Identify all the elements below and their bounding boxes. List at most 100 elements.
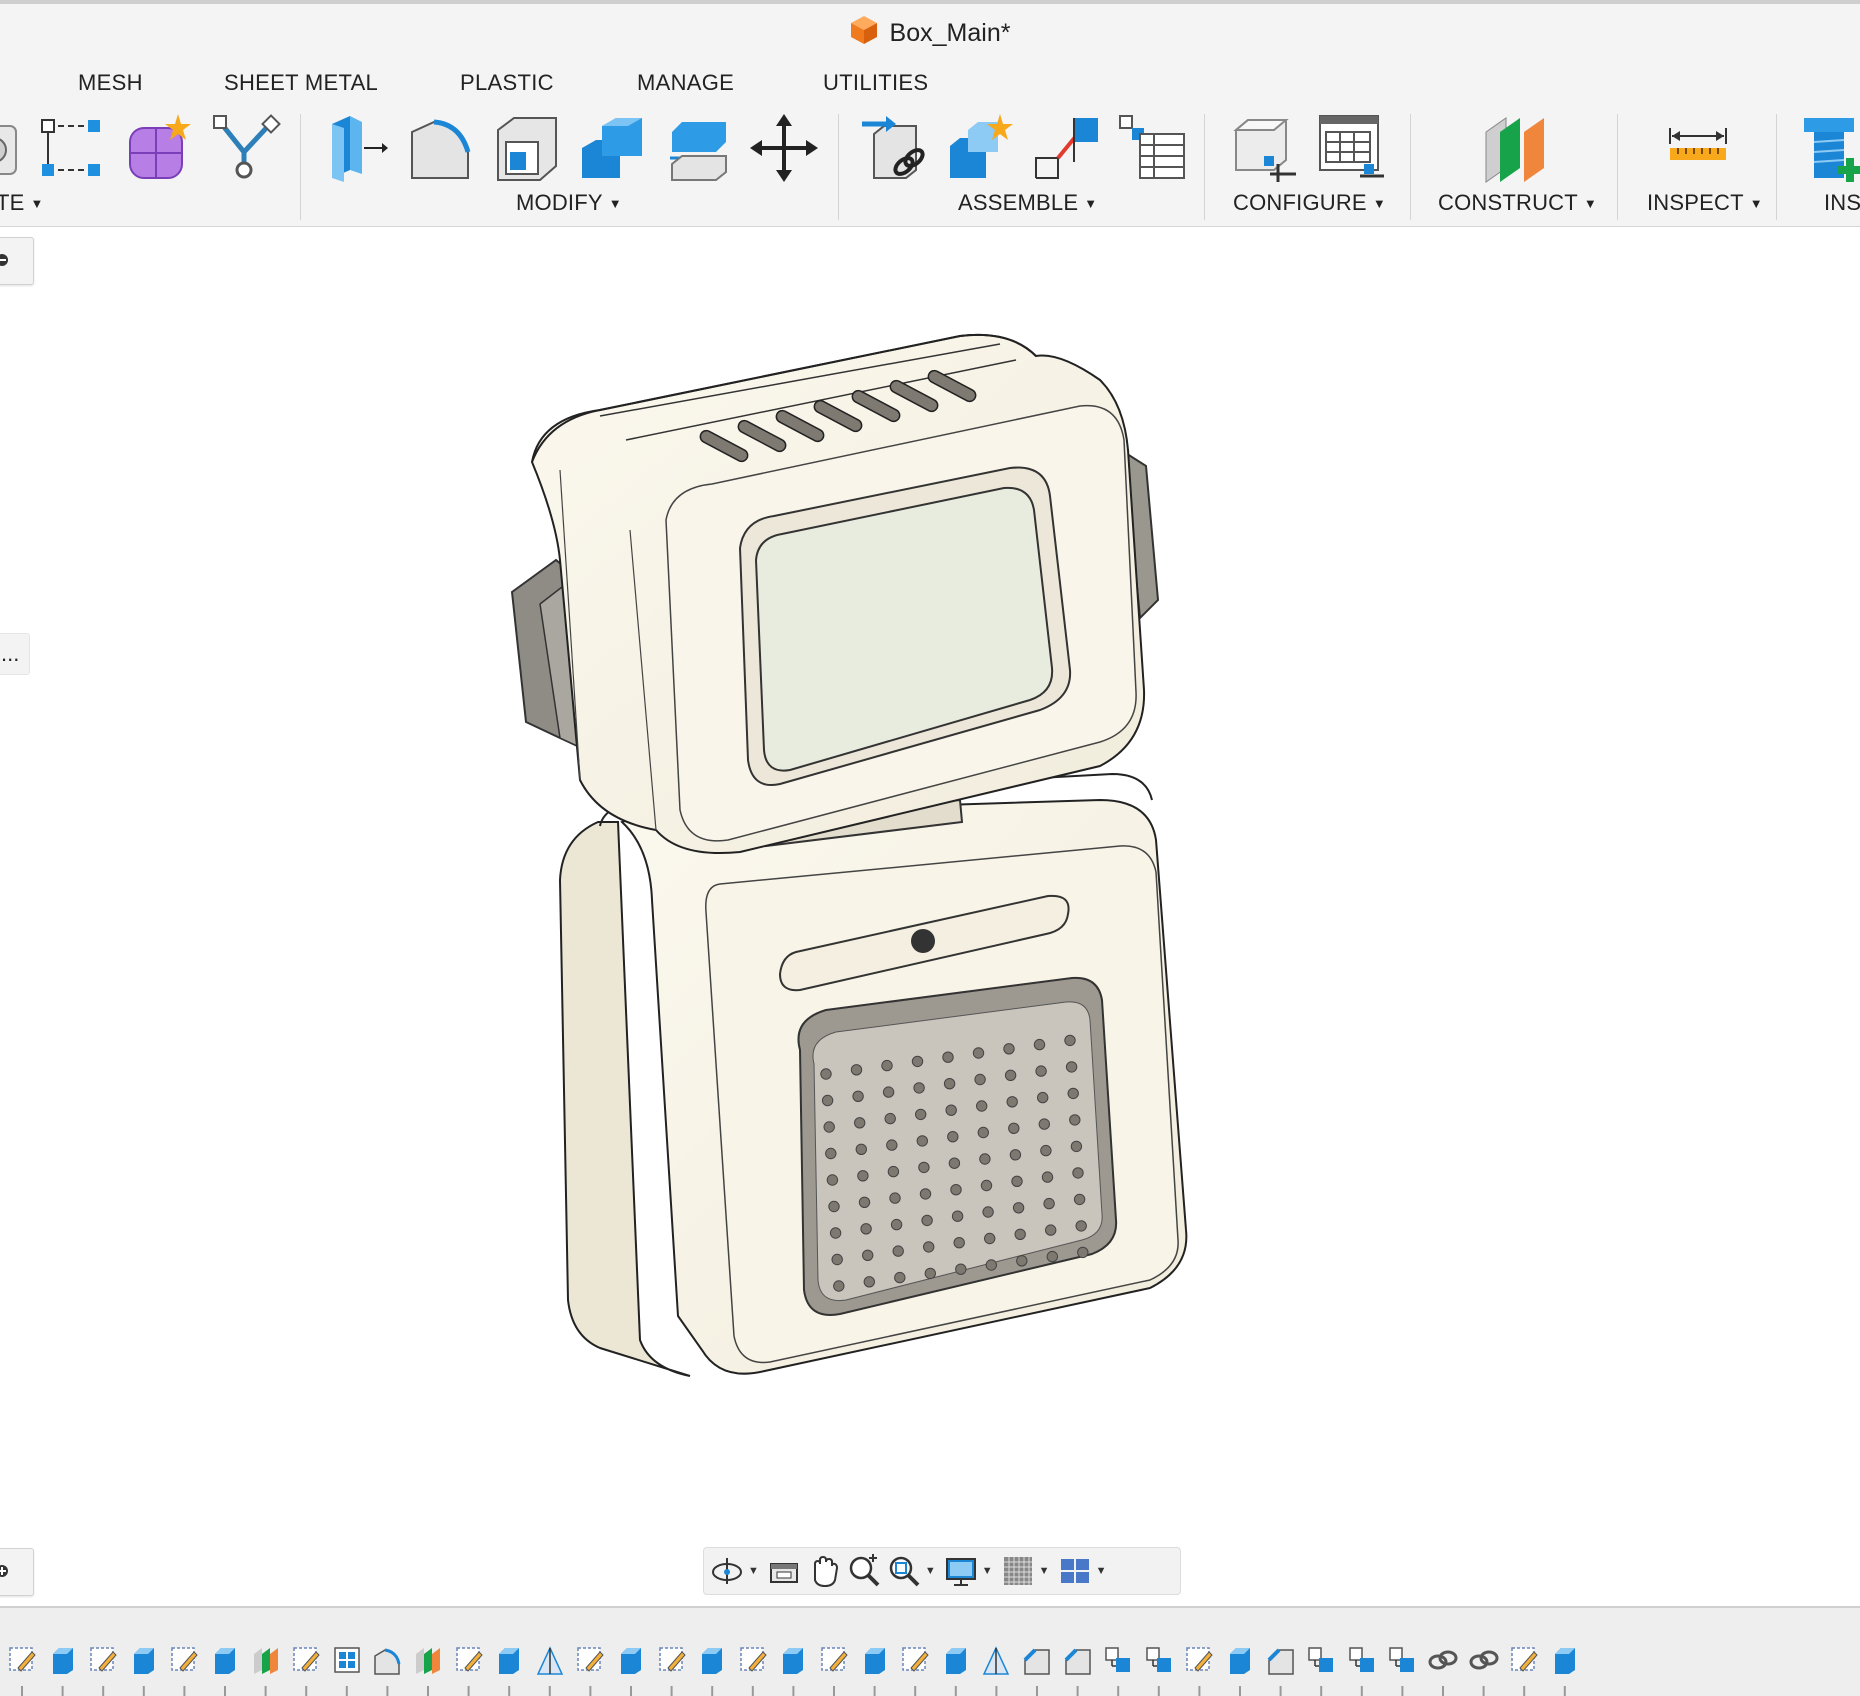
speaker-hole <box>1077 1246 1089 1259</box>
sketch-constraint-icon[interactable] <box>36 112 108 184</box>
fit-icon[interactable] <box>885 1550 923 1592</box>
timeline-extrude-icon[interactable] <box>1224 1644 1256 1676</box>
timeline-sketch-icon[interactable] <box>656 1644 688 1676</box>
timeline-sketch-icon[interactable] <box>87 1644 119 1676</box>
timeline-sketch-icon[interactable] <box>1183 1644 1215 1676</box>
timeline-draft-icon[interactable] <box>980 1644 1012 1676</box>
configure-menu[interactable]: CONFIGURE ▼ <box>1233 190 1386 216</box>
partial-box-icon[interactable] <box>0 112 26 184</box>
tab-sheet-metal[interactable]: SHEET METAL <box>224 70 378 96</box>
speaker-hole <box>1037 1091 1049 1104</box>
combine-icon[interactable] <box>576 112 648 184</box>
measure-icon[interactable] <box>1662 112 1734 184</box>
timeline-combine-icon[interactable] <box>1305 1644 1337 1676</box>
toolbar-separator <box>838 114 839 220</box>
assemble-menu[interactable]: ASSEMBLE ▼ <box>958 190 1097 216</box>
speaker-hole <box>886 1139 898 1151</box>
toolbar-separator <box>1617 114 1618 220</box>
configuration-table-icon[interactable] <box>1314 112 1386 184</box>
timeline-fillet-icon[interactable] <box>371 1644 403 1676</box>
joint-icon[interactable] <box>860 112 932 184</box>
bill-of-materials-icon[interactable] <box>1116 112 1188 184</box>
look-at-icon[interactable] <box>765 1550 803 1592</box>
speaker-hole <box>945 1104 957 1116</box>
timeline-offset-plane-icon[interactable] <box>412 1644 444 1676</box>
insert-fastener-icon[interactable] <box>1796 112 1860 184</box>
timeline-sketch-icon[interactable] <box>818 1644 850 1676</box>
speaker-hole <box>881 1059 893 1072</box>
tab-utilities[interactable]: UTILITIES <box>823 70 928 96</box>
shell-icon[interactable] <box>490 112 562 184</box>
viewports-icon[interactable] <box>1056 1550 1094 1592</box>
offset-plane-icon[interactable] <box>1480 112 1552 184</box>
speaker-hole <box>921 1214 933 1227</box>
speaker-hole <box>984 1232 996 1245</box>
timeline-sketch-icon[interactable] <box>453 1644 485 1676</box>
orbit-icon[interactable] <box>708 1550 746 1592</box>
timeline-chamfer-icon[interactable] <box>1062 1644 1094 1676</box>
speaker-hole <box>1006 1096 1018 1108</box>
speaker-hole <box>1072 1167 1084 1179</box>
pan-icon[interactable] <box>805 1550 843 1592</box>
move-copy-icon[interactable] <box>748 112 820 184</box>
fillet-icon[interactable] <box>404 112 476 184</box>
create-menu[interactable]: TE ▼ <box>0 190 44 216</box>
timeline-combine-icon[interactable] <box>1102 1644 1134 1676</box>
speaker-hole <box>825 1147 837 1160</box>
timeline-extrude-icon[interactable] <box>209 1644 241 1676</box>
timeline-offset-plane-icon[interactable] <box>250 1644 282 1676</box>
timeline-extrude-icon[interactable] <box>493 1644 525 1676</box>
display-dropdown-icon[interactable]: ▼ <box>982 1565 993 1577</box>
speaker-hole <box>915 1108 927 1121</box>
tab-manage[interactable]: MANAGE <box>637 70 734 96</box>
timeline-sketch-icon[interactable] <box>574 1644 606 1676</box>
inspect-menu[interactable]: INSPECT ▼ <box>1647 190 1763 216</box>
tab-mesh[interactable]: MESH <box>78 70 143 96</box>
tab-plastic[interactable]: PLASTIC <box>460 70 554 96</box>
orbit-dropdown-icon[interactable]: ▼ <box>748 1565 759 1577</box>
zoom-dropdown-icon[interactable]: ▼ <box>925 1565 936 1577</box>
timeline-chamfer-icon[interactable] <box>1265 1644 1297 1676</box>
timeline-sketch-icon[interactable] <box>6 1644 38 1676</box>
zoom-icon[interactable] <box>845 1550 883 1592</box>
offset-face-icon[interactable] <box>662 112 734 184</box>
viewports-dropdown-icon[interactable]: ▼ <box>1096 1565 1107 1577</box>
timeline-combine-icon[interactable] <box>1143 1644 1175 1676</box>
timeline-extrude-icon[interactable] <box>128 1644 160 1676</box>
timeline-extrude-icon[interactable] <box>47 1644 79 1676</box>
timeline-combine-icon[interactable] <box>1386 1644 1418 1676</box>
timeline-sketch-icon[interactable] <box>899 1644 931 1676</box>
timeline-joint-icon[interactable] <box>1468 1644 1500 1676</box>
timeline-joint-icon[interactable] <box>1427 1644 1459 1676</box>
timeline-insert-icon[interactable] <box>331 1644 363 1676</box>
modify-menu[interactable]: MODIFY ▼ <box>516 190 622 216</box>
grid-icon[interactable] <box>999 1550 1037 1592</box>
timeline-extrude-icon[interactable] <box>940 1644 972 1676</box>
timeline-chamfer-icon[interactable] <box>1021 1644 1053 1676</box>
speaker-hole <box>1064 1034 1076 1047</box>
timeline-sketch-icon[interactable] <box>290 1644 322 1676</box>
insert-menu[interactable]: INS <box>1824 190 1860 216</box>
configure-model-icon[interactable] <box>1226 112 1298 184</box>
timeline-extrude-icon[interactable] <box>1549 1644 1581 1676</box>
timeline-extrude-icon[interactable] <box>615 1644 647 1676</box>
construct-menu[interactable]: CONSTRUCT ▼ <box>1438 190 1597 216</box>
timeline-draft-icon[interactable] <box>534 1644 566 1676</box>
timeline-sketch-icon[interactable] <box>737 1644 769 1676</box>
timeline-extrude-icon[interactable] <box>696 1644 728 1676</box>
speaker-hole <box>955 1263 967 1275</box>
grid-dropdown-icon[interactable]: ▼ <box>1039 1565 1050 1577</box>
timeline-combine-icon[interactable] <box>1346 1644 1378 1676</box>
display-settings-icon[interactable] <box>942 1550 980 1592</box>
form-icon[interactable] <box>124 112 196 184</box>
new-component-icon[interactable] <box>944 112 1016 184</box>
timeline-extrude-icon[interactable] <box>777 1644 809 1676</box>
timeline-sketch-icon[interactable] <box>168 1644 200 1676</box>
press-pull-icon[interactable] <box>318 112 390 184</box>
canvas-viewport[interactable] <box>0 227 1860 1607</box>
timeline-extrude-icon[interactable] <box>859 1644 891 1676</box>
timeline-sketch-icon[interactable] <box>1508 1644 1540 1676</box>
speaker-hole <box>831 1253 843 1266</box>
derive-icon[interactable] <box>210 112 282 184</box>
as-built-joint-icon[interactable] <box>1030 112 1102 184</box>
